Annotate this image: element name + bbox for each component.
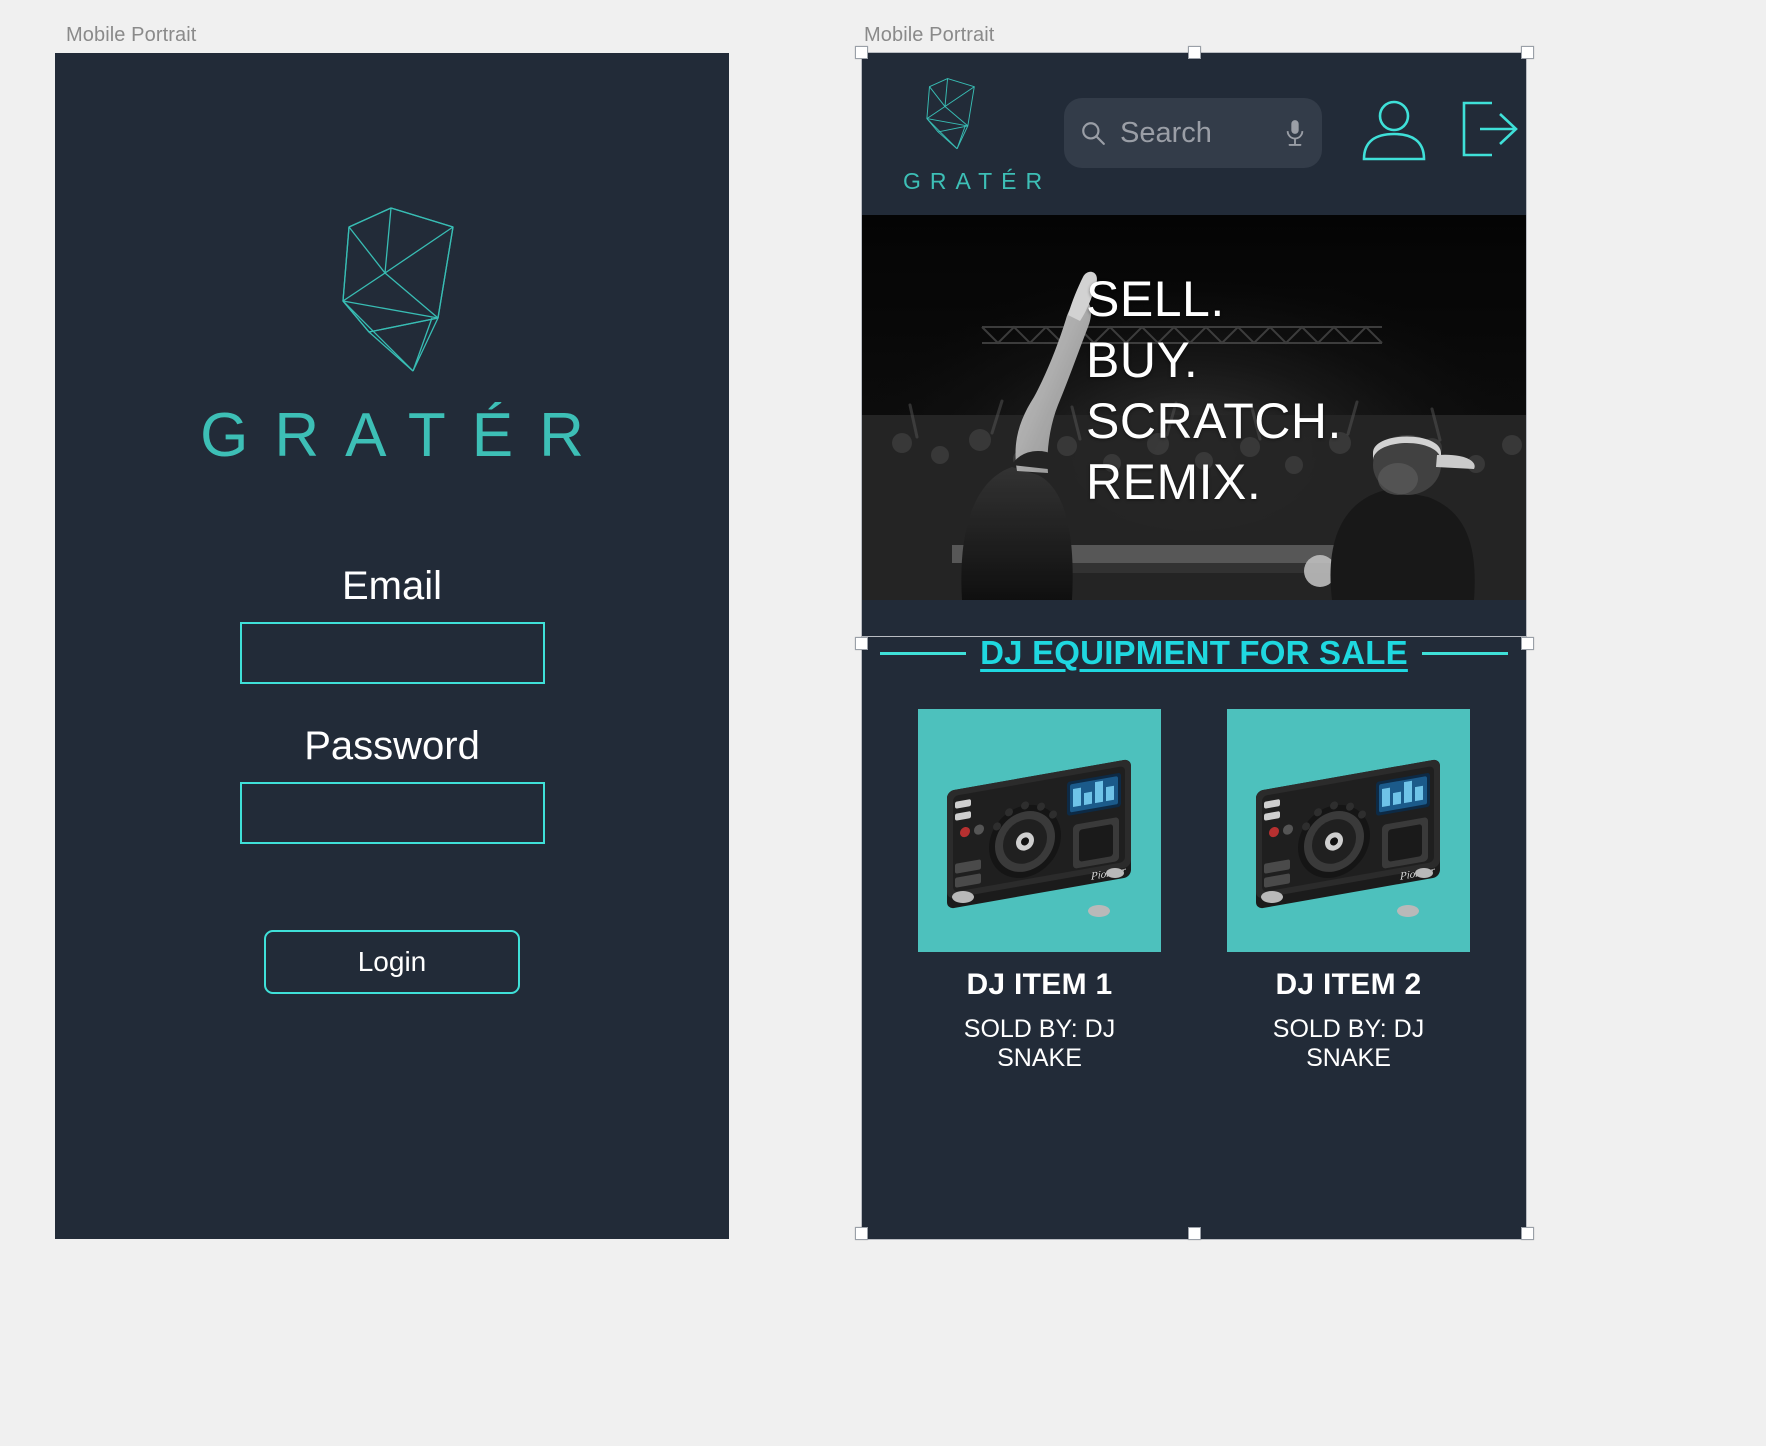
hero-line-4: REMIX. <box>1086 454 1262 510</box>
header-brand[interactable]: GRATÉR <box>894 77 1052 195</box>
product-card[interactable]: Pioneer DJ ITEM 2 SOLD BY: DJ SNAKE <box>1227 709 1470 1073</box>
resize-handle-middle-right[interactable] <box>1521 637 1534 650</box>
artboard-store-screen[interactable]: GRATÉR Search SELL. BUY. SCRATCH. REMIX.… <box>862 53 1526 1239</box>
hero-line-3: SCRATCH. <box>1086 393 1342 449</box>
search-input[interactable]: Search <box>1064 98 1322 168</box>
product-seller: SOLD BY: DJ SNAKE <box>963 1015 1116 1072</box>
artboard-label-left: Mobile Portrait <box>66 24 197 46</box>
hero-banner[interactable]: SELL. BUY. SCRATCH. REMIX. <box>862 215 1526 600</box>
logout-arrow-icon[interactable] <box>1460 99 1520 159</box>
brand-wordmark: GRATÉR <box>200 401 610 470</box>
password-field[interactable] <box>239 782 545 844</box>
product-grid: Pioneer DJ ITEM 1 SOLD BY: DJ SNAKE <box>862 709 1526 1073</box>
dj-controller-photo: Pioneer <box>1227 709 1470 952</box>
section-header: DJ EQUIPMENT FOR SALE <box>862 634 1526 672</box>
resize-handle-bottom-right[interactable] <box>1521 1227 1534 1240</box>
email-label: Email <box>341 564 443 608</box>
resize-handle-top-right[interactable] <box>1521 46 1534 59</box>
product-card[interactable]: Pioneer DJ ITEM 1 SOLD BY: DJ SNAKE <box>918 709 1161 1073</box>
email-field[interactable] <box>239 622 545 684</box>
search-placeholder-text: Search <box>1120 116 1212 149</box>
crystal-wireframe-icon <box>342 207 454 372</box>
search-icon <box>1082 122 1105 145</box>
resize-handle-middle-left[interactable] <box>855 637 868 650</box>
resize-handle-top-center[interactable] <box>1188 46 1201 59</box>
product-image[interactable]: Pioneer <box>1227 709 1470 952</box>
product-title: DJ ITEM 1 <box>966 968 1113 1001</box>
divider-right <box>1421 651 1508 655</box>
hero-line-2: BUY. <box>1086 332 1199 388</box>
login-layout: GRATÉR Email Password Login <box>55 53 729 1239</box>
app-header: GRATÉR Search <box>862 53 1526 215</box>
microphone-icon[interactable] <box>1284 118 1306 148</box>
login-button[interactable]: Login <box>264 930 520 994</box>
artboard-login-screen[interactable]: GRATÉR Email Password Login <box>55 53 729 1239</box>
product-seller: SOLD BY: DJ SNAKE <box>1272 1015 1425 1072</box>
hero-line-1: SELL. <box>1086 271 1225 327</box>
crystal-wireframe-icon <box>926 78 975 150</box>
section-title: DJ EQUIPMENT FOR SALE <box>980 634 1408 671</box>
resize-handle-bottom-left[interactable] <box>855 1227 868 1240</box>
selection-split-line <box>861 636 1527 637</box>
product-image[interactable]: Pioneer <box>918 709 1161 952</box>
password-label: Password <box>304 724 480 768</box>
design-canvas: Mobile Portrait Mobile Portrait GRATÉR E… <box>0 0 1766 1446</box>
hero-headline: SELL. BUY. SCRATCH. REMIX. <box>1086 269 1342 513</box>
user-account-icon[interactable] <box>1360 99 1428 161</box>
product-title: DJ ITEM 2 <box>1275 968 1422 1001</box>
resize-handle-bottom-center[interactable] <box>1188 1227 1201 1240</box>
divider-left <box>880 651 967 655</box>
resize-handle-top-left[interactable] <box>855 46 868 59</box>
dj-controller-photo: Pioneer <box>918 709 1161 952</box>
header-wordmark: GRATÉR <box>903 168 1052 194</box>
artboard-label-right: Mobile Portrait <box>864 24 995 46</box>
